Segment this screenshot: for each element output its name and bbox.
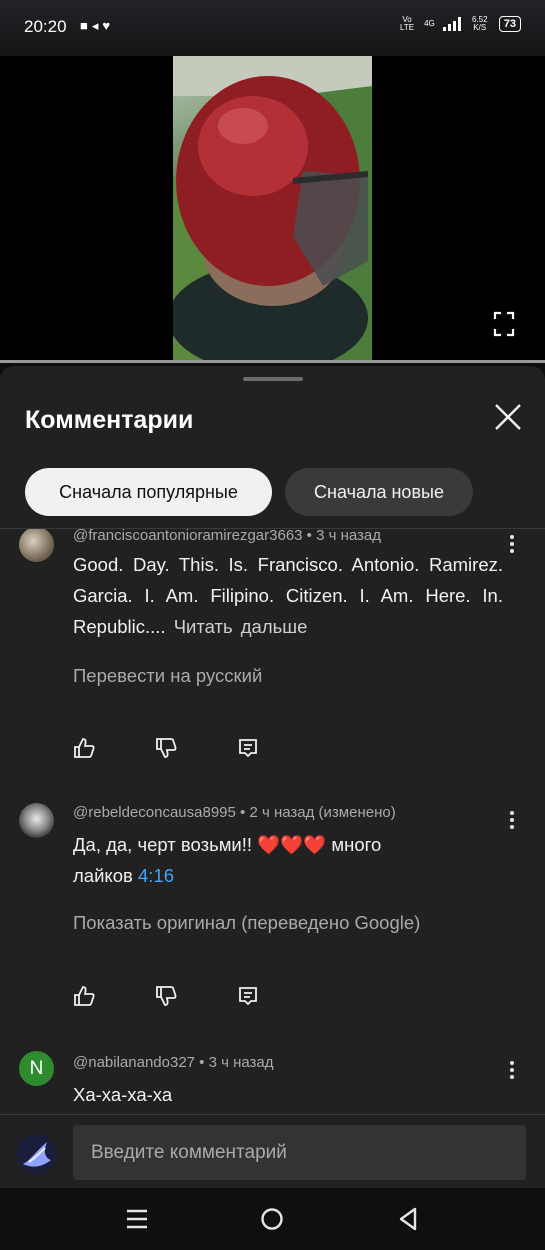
status-right: Vo LTE 4G 6.52 K/S 73	[398, 16, 521, 32]
video-frame	[173, 56, 372, 362]
status-time: 20:20	[24, 17, 67, 36]
comment-input[interactable]	[73, 1125, 526, 1180]
comment-author[interactable]: @franciscoantonioramirezgar3663	[73, 529, 303, 544]
user-avatar[interactable]	[17, 1134, 57, 1174]
sort-chip-newest[interactable]: Сначала новые	[285, 468, 473, 516]
comment-time: 3 ч назад	[208, 1054, 274, 1071]
home-icon[interactable]	[257, 1204, 287, 1234]
sort-chip-popular[interactable]: Сначала популярные	[25, 468, 272, 516]
comment-author[interactable]: @rebeldeconcausa8995	[73, 804, 236, 821]
status-left-icons: ■◂♥	[80, 18, 114, 34]
back-icon[interactable]	[393, 1204, 423, 1234]
data-speed: 6.52 K/S	[471, 15, 488, 32]
read-more-link[interactable]: Читать дальше	[174, 616, 308, 637]
avatar[interactable]	[19, 529, 54, 562]
video-still-image	[173, 56, 372, 362]
video-record-icon: ■◂	[80, 18, 103, 33]
drag-handle[interactable]	[243, 377, 303, 381]
comment-actions	[73, 737, 319, 759]
close-icon[interactable]	[493, 402, 523, 432]
reply-icon[interactable]	[237, 985, 259, 1007]
status-bar: 20:20 ■◂♥ Vo LTE 4G 6.52 K/S 73	[0, 0, 545, 56]
divider	[0, 1114, 545, 1115]
reply-icon[interactable]	[237, 737, 259, 759]
more-options-icon[interactable]	[509, 1061, 515, 1081]
video-progress-bar[interactable]	[0, 360, 545, 363]
network-type: 4G	[424, 19, 435, 28]
timecode-link[interactable]: 4:16	[138, 865, 174, 886]
comment-text: Good. Day. This. Is. Francisco. Antonio.…	[73, 554, 503, 637]
network-label: Vo LTE	[400, 15, 415, 32]
system-nav-bar	[0, 1188, 545, 1250]
dislike-icon[interactable]	[155, 737, 177, 759]
fullscreen-icon[interactable]	[493, 311, 515, 337]
comment-author[interactable]: @nabilanando327	[73, 1054, 195, 1071]
like-icon[interactable]	[73, 737, 95, 759]
translate-link[interactable]: Перевести на русский	[73, 665, 262, 687]
recent-apps-icon[interactable]	[122, 1204, 152, 1234]
comment-meta: @nabilanando327 • 3 ч назад	[73, 1054, 274, 1071]
show-original-link[interactable]: Показать оригинал (переведено Google)	[73, 912, 420, 934]
comment-time: 3 ч назад	[316, 529, 382, 544]
comment-text: Да, да, черт возьми!! ❤️❤️❤️ много лайко…	[73, 834, 382, 886]
video-player[interactable]	[0, 56, 545, 362]
comment-time: 2 ч назад (изменено)	[249, 804, 396, 821]
comments-list[interactable]: @franciscoantonioramirezgar3663 • 3 ч на…	[0, 529, 545, 1115]
more-options-icon[interactable]	[509, 535, 515, 555]
more-options-icon[interactable]	[509, 811, 515, 831]
comment-text: Ха-ха-ха-ха	[73, 1084, 173, 1105]
comment-actions	[73, 985, 319, 1007]
avatar[interactable]: N	[19, 1051, 54, 1086]
heart-icon: ♥	[102, 18, 115, 33]
comments-sheet: Комментарии Сначала популярные Сначала н…	[0, 366, 545, 1250]
avatar[interactable]	[19, 803, 54, 838]
dislike-icon[interactable]	[155, 985, 177, 1007]
avatar-letter: N	[29, 1058, 44, 1079]
comment-meta: @franciscoantonioramirezgar3663 • 3 ч на…	[73, 529, 382, 544]
comments-title: Комментарии	[25, 406, 194, 434]
signal-icon	[442, 17, 461, 31]
comment-meta: @rebeldeconcausa8995 • 2 ч назад (измене…	[73, 804, 396, 821]
like-icon[interactable]	[73, 985, 95, 1007]
battery-icon: 73	[498, 16, 521, 32]
